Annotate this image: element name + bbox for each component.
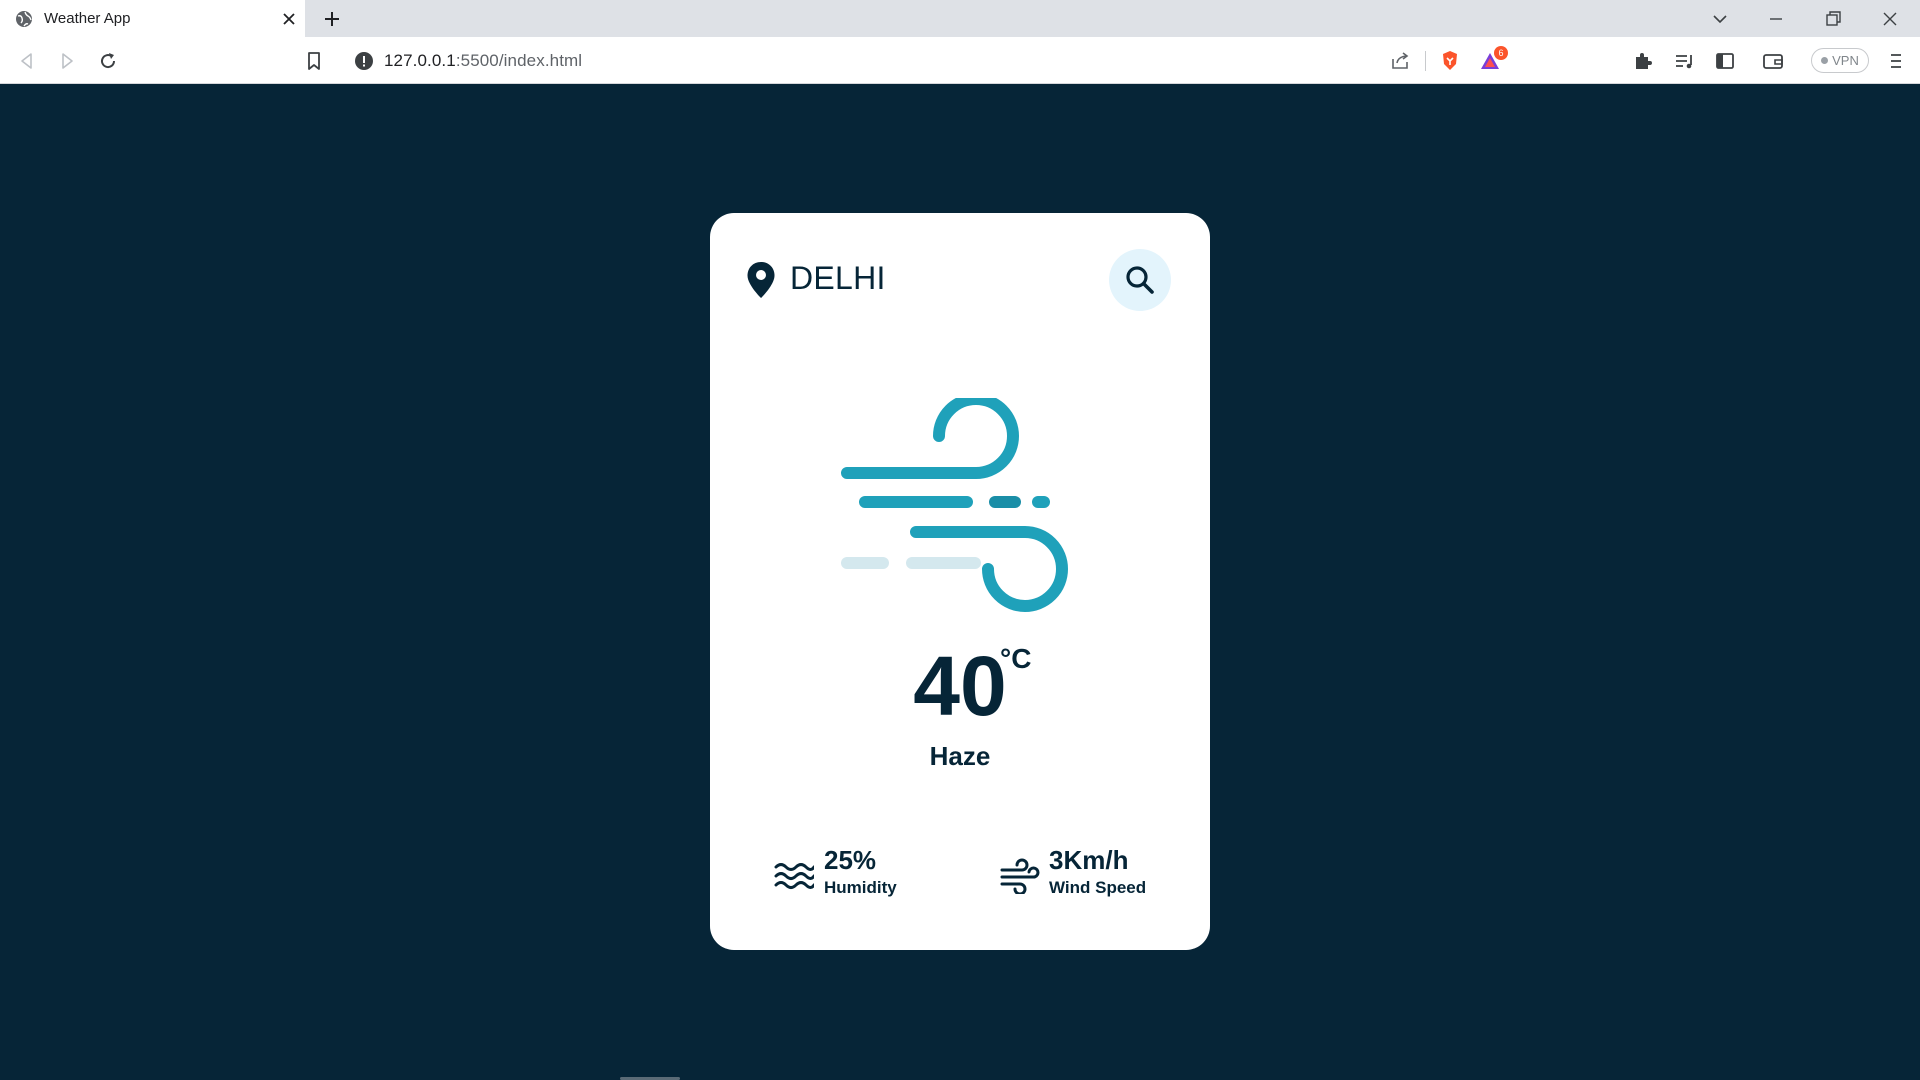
tab-strip: Weather App (0, 0, 1920, 37)
menu-hamburger-icon[interactable] (1884, 49, 1908, 73)
weather-condition: Haze (929, 741, 991, 771)
humidity-waves-icon (774, 863, 814, 889)
wallet-icon[interactable] (1761, 49, 1785, 73)
forward-arrow-icon[interactable] (55, 49, 79, 73)
tab-weather-app[interactable]: Weather App (0, 0, 305, 37)
tab-title: Weather App (44, 10, 131, 27)
location-pin-icon (747, 262, 775, 298)
share-icon[interactable] (1388, 49, 1412, 73)
humidity-label: Humidity (824, 878, 897, 897)
wind-speed-icon (1000, 858, 1040, 894)
search-icon (1126, 266, 1154, 294)
close-window-icon[interactable] (1877, 6, 1903, 32)
new-tab-plus-icon[interactable] (320, 7, 344, 31)
address-divider (1425, 51, 1426, 71)
reload-icon[interactable] (96, 49, 120, 73)
vpn-button[interactable]: VPN (1811, 48, 1869, 73)
media-playlist-icon[interactable] (1672, 49, 1696, 73)
rewards-notification-badge: 6 (1494, 46, 1508, 60)
sidebar-toggle-icon[interactable] (1713, 49, 1737, 73)
url-text[interactable]: 127.0.0.1:5500/index.html (384, 51, 582, 71)
temperature-unit: °C (1000, 643, 1032, 674)
globe-icon (16, 11, 32, 27)
temperature-value: 40 (913, 639, 1007, 733)
back-arrow-icon[interactable] (15, 49, 39, 73)
site-info-icon[interactable] (352, 49, 376, 73)
tab-close-icon[interactable] (279, 9, 299, 29)
url-host: 127.0.0.1 (384, 51, 456, 70)
tab-search-chevron-icon[interactable] (1707, 6, 1733, 32)
vpn-label: VPN (1832, 53, 1859, 68)
wind-weather-icon (841, 398, 1068, 612)
city-name: DELHI (790, 260, 886, 296)
brave-shield-icon[interactable] (1438, 49, 1462, 73)
browser-toolbar: 6 127.0.0.1:5500/index.html VPN (0, 37, 1920, 84)
vpn-status-dot (1821, 57, 1829, 64)
extensions-puzzle-icon[interactable] (1631, 49, 1655, 73)
wind-speed-label: Wind Speed (1049, 878, 1147, 897)
weather-card: DELHI 40 °C Haze 25% Humidity 3Km/h Wind… (710, 213, 1210, 950)
bookmark-icon[interactable] (302, 49, 326, 73)
minimize-icon[interactable] (1763, 6, 1789, 32)
url-path: :5500/index.html (455, 51, 583, 70)
restore-icon[interactable] (1820, 6, 1846, 32)
search-button[interactable] (1109, 249, 1171, 311)
humidity-value: 25% (824, 845, 877, 875)
wind-speed-value: 3Km/h (1049, 845, 1129, 875)
